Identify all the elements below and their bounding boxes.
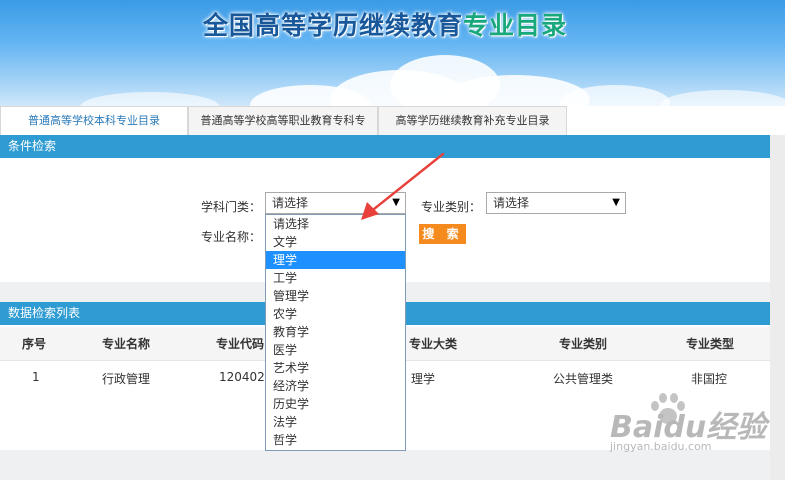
dropdown-option[interactable]: 农学 [266,305,405,323]
watermark-url: jingyan.baidu.com [610,440,712,453]
dropdown-option[interactable]: 教育学 [266,323,405,341]
major-name-label: 专业名称： [201,230,262,244]
category-select[interactable]: 请选择 ▼ [486,192,626,214]
tab-bar: 普通高等学校本科专业目录 普通高等学校高等职业教育专科专 高等学历继续教育补充专… [0,106,785,135]
dropdown-option[interactable]: 艺术学 [266,359,405,377]
column-header: 专业代码 [216,337,265,351]
category-select-value: 请选择 [493,196,530,210]
dropdown-option-highlighted[interactable]: 理学 [266,251,405,269]
column-header: 专业类别 [559,337,608,351]
row-type: 非国控 [691,372,728,386]
annotation-arrow-icon [361,152,445,220]
page-title-main: 全国高等学历继续教育 [202,11,463,40]
row-major-class: 理学 [411,372,436,386]
cloud-decoration [80,92,220,106]
discipline-select-value: 请选择 [272,196,309,210]
page-title: 全国高等学历继续教育专业目录 [0,6,770,42]
dropdown-option[interactable]: 工学 [266,269,405,287]
dropdown-option[interactable]: 医学 [266,341,405,359]
row-major-code: 120402 [219,370,265,384]
discipline-label: 学科门类： [201,200,262,214]
dropdown-option[interactable]: 文学 [266,233,405,251]
tab-vocational[interactable]: 普通高等学校高等职业教育专科专 [188,106,378,135]
cloud-decoration [660,90,785,106]
header-banner: 全国高等学历继续教育专业目录 [0,0,785,106]
dropdown-arrow-icon: ▼ [612,197,620,208]
column-header: 序号 [22,337,47,351]
page-title-accent: 专业目录 [463,11,568,40]
page-edge [770,135,785,480]
discipline-dropdown-list: 请选择 文学 理学 工学 管理学 农学 教育学 医学 艺术学 经济学 历史学 法… [265,214,406,451]
row-major-name: 行政管理 [102,372,151,386]
column-header: 专业类型 [686,337,735,351]
row-category: 公共管理类 [553,372,614,386]
dropdown-option[interactable]: 哲学 [266,431,405,449]
tab-undergraduate[interactable]: 普通高等学校本科专业目录 [0,106,188,135]
search-button[interactable]: 搜 索 [419,224,466,244]
dropdown-option[interactable]: 经济学 [266,377,405,395]
dropdown-option[interactable]: 管理学 [266,287,405,305]
column-header: 专业名称 [102,337,151,351]
row-index: 1 [32,370,40,384]
tab-supplementary[interactable]: 高等学历继续教育补充专业目录 [378,106,567,135]
dropdown-option[interactable]: 法学 [266,413,405,431]
column-header: 专业大类 [409,337,458,351]
dropdown-option[interactable]: 历史学 [266,395,405,413]
